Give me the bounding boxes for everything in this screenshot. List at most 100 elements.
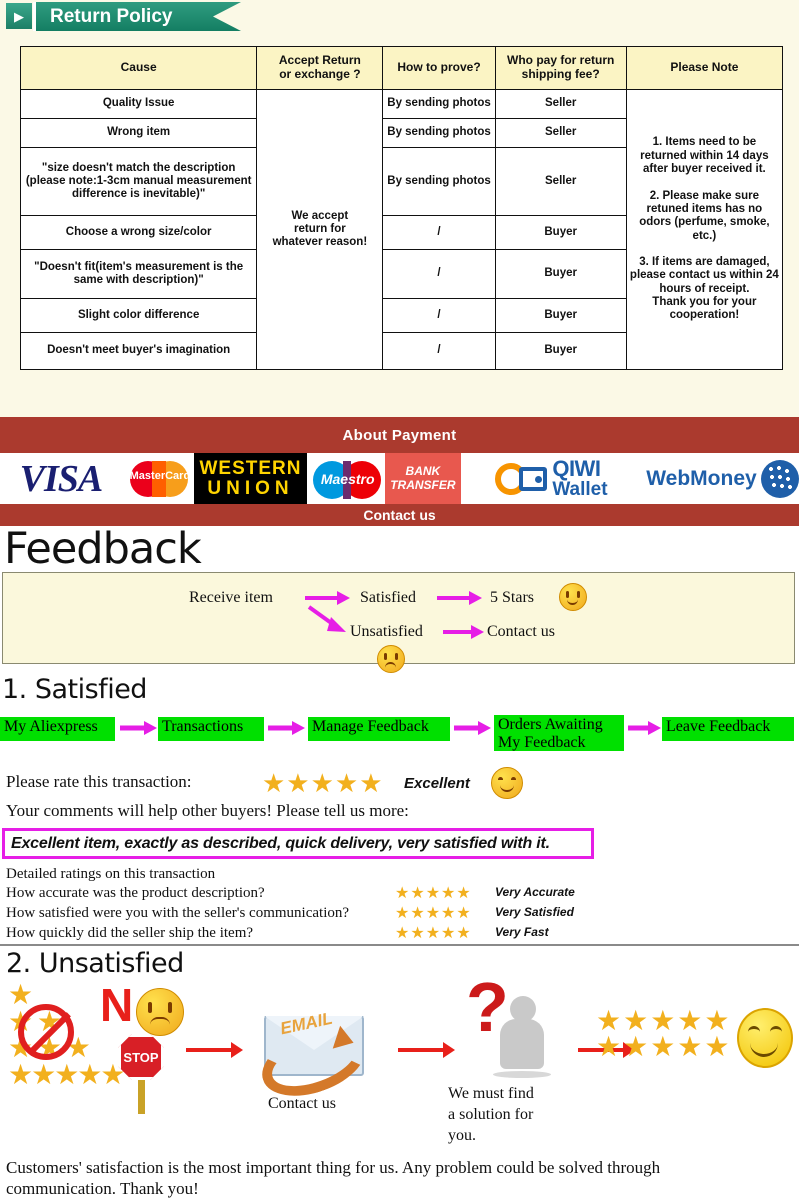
big-smile-icon xyxy=(737,1008,793,1068)
arrow-to-unsatisfied-icon xyxy=(307,605,346,632)
flow-unsatisfied: Unsatisfied xyxy=(350,623,423,640)
contact-us-caption: Contact us xyxy=(268,1095,336,1112)
step-leave-feedback[interactable]: Leave Feedback xyxy=(662,717,794,741)
western-union-logo: WESTERN UNION xyxy=(194,453,307,504)
step4-line2: My Feedback xyxy=(498,733,586,751)
detail-question-1: How accurate was the product description… xyxy=(6,885,265,901)
col-header-who: Who pay for return shipping fee? xyxy=(494,46,627,90)
unsatisfied-section: 2. Unsatisfied ★ ★ ★ ★ ★ ★ ★★★★★ N STOP EMA… xyxy=(0,944,799,1198)
arrow-to-email-icon xyxy=(186,1042,243,1058)
detail-stars-3[interactable]: ★★★★★ xyxy=(395,923,472,943)
sad-face-icon xyxy=(377,645,405,673)
comments-prompt: Your comments will help other buyers! Pl… xyxy=(6,801,409,820)
qiwi-line2: Wallet xyxy=(552,479,608,500)
letter-n-icon: N xyxy=(100,979,134,1031)
flow-five-stars: 5 Stars xyxy=(490,589,534,606)
footer-line2: communication. Thank you! xyxy=(6,1179,199,1199)
satisfied-heading: 1. Satisfied xyxy=(2,674,147,705)
stop-sign-label: STOP xyxy=(118,1034,164,1080)
cell-accept-merged: We accept return for whatever reason! xyxy=(256,89,384,370)
return-policy-table: Cause Accept Return or exchange ? How to… xyxy=(19,46,784,370)
cell-cause: Quality Issue xyxy=(19,89,258,119)
email-icon: EMAIL xyxy=(252,1002,376,1109)
cell-cause: Doesn't meet buyer's imagination xyxy=(19,332,258,370)
western-union-line1: WESTERN xyxy=(199,457,302,479)
person-shadow xyxy=(493,1071,551,1078)
col-header-accept-line1: Accept Return xyxy=(278,53,361,68)
arrow-to-five-stars-icon xyxy=(437,591,482,605)
good-rating-stars-bottom: ★★★★★ xyxy=(596,1031,732,1062)
detail-rating-1: Very Accurate xyxy=(495,885,575,899)
cell-who: Seller xyxy=(494,89,627,119)
comment-text: Excellent item, exactly as described, qu… xyxy=(11,834,550,852)
visa-logo: VISA xyxy=(0,453,122,504)
solution-caption: We must find a solution for you. xyxy=(448,1084,534,1146)
solution-line2: a solution for xyxy=(448,1105,534,1123)
cell-who: Seller xyxy=(494,147,627,216)
solution-line3: you. xyxy=(448,1126,476,1144)
qiwi-line1: QIWI xyxy=(552,456,601,481)
cell-prove: / xyxy=(382,332,496,370)
unsatisfied-footer: Customers' satisfaction is the most impo… xyxy=(6,1157,660,1200)
mastercard-logo-label: MasterCard xyxy=(129,470,191,482)
cell-cause: Wrong item xyxy=(19,118,258,148)
happy-face-icon xyxy=(559,583,587,611)
rate-transaction-label: Please rate this transaction: xyxy=(6,772,192,791)
flow-contact-us: Contact us xyxy=(487,623,555,640)
page-title: Return Policy xyxy=(36,2,241,31)
solution-line1: We must find xyxy=(448,1085,534,1102)
mastercard-logo: MasterCard xyxy=(121,453,195,504)
detailed-ratings-title: Detailed ratings on this transaction xyxy=(6,866,216,882)
big-happy-face-icon xyxy=(491,767,523,799)
return-policy-header: ▶ Return Policy xyxy=(0,0,799,35)
cell-who: Buyer xyxy=(494,215,627,250)
stop-sign-icon: STOP xyxy=(118,1034,164,1114)
rate-stars[interactable]: ★★★★★ xyxy=(262,768,384,799)
qiwi-wallet-shape xyxy=(519,466,548,491)
visa-logo-label: VISA xyxy=(19,457,104,500)
detail-stars-1[interactable]: ★★★★★ xyxy=(395,883,472,903)
step-my-aliexpress[interactable]: My Aliexpress xyxy=(0,717,115,741)
arrow-to-question-icon xyxy=(398,1042,455,1058)
detail-question-3: How quickly did the seller ship the item… xyxy=(6,925,254,941)
step-orders-awaiting-my-feedback[interactable]: Orders Awaiting My Feedback xyxy=(494,715,624,751)
cell-cause: Slight color difference xyxy=(19,298,258,333)
cell-cause: Choose a wrong size/color xyxy=(19,215,258,250)
cell-prove: / xyxy=(382,249,496,299)
cell-who: Buyer xyxy=(494,249,627,299)
step-transactions[interactable]: Transactions xyxy=(158,717,264,741)
arrow-step2-to-step3-icon xyxy=(268,721,305,735)
step-manage-feedback[interactable]: Manage Feedback xyxy=(308,717,450,741)
header-divider xyxy=(33,2,36,31)
contact-us-title: Contact us xyxy=(363,507,436,523)
cell-who: Seller xyxy=(494,118,627,148)
detail-rating-2: Very Satisfied xyxy=(495,905,574,919)
about-payment-title: About Payment xyxy=(342,426,457,444)
qiwi-wallet-logo: QIWI Wallet xyxy=(460,453,642,504)
webmoney-logo-label: WebMoney xyxy=(646,466,757,490)
cell-prove: By sending photos xyxy=(382,89,496,119)
arrow-right-icon: ▶ xyxy=(6,3,32,29)
footer-line1: Customers' satisfaction is the most impo… xyxy=(6,1158,661,1177)
col-header-who-line1: Who pay for return xyxy=(507,53,615,68)
unsatisfied-heading: 2. Unsatisfied xyxy=(6,948,184,979)
arrow-step4-to-step5-icon xyxy=(628,721,661,735)
detail-question-2: How satisfied were you with the seller's… xyxy=(6,905,350,921)
col-header-who-line2: shipping fee? xyxy=(521,67,600,81)
webmoney-globe-icon xyxy=(761,453,799,504)
detail-stars-2[interactable]: ★★★★★ xyxy=(395,903,472,923)
cell-cause: "Doesn't fit(item's measurement is the s… xyxy=(19,249,258,299)
cell-prove: By sending photos xyxy=(382,147,496,216)
person-body xyxy=(500,1019,544,1069)
col-header-accept-line2: or exchange ? xyxy=(279,67,361,81)
comment-text-box[interactable]: Excellent item, exactly as described, qu… xyxy=(2,828,594,859)
person-icon xyxy=(493,996,551,1078)
stop-sign-pole xyxy=(137,1080,145,1114)
qiwi-wallet-icon xyxy=(495,461,548,497)
bank-transfer-line1: BANK xyxy=(405,463,441,478)
prohibition-icon xyxy=(18,1004,74,1060)
step4-line1: Orders Awaiting xyxy=(498,716,603,733)
table-header-row: Cause Accept Return or exchange ? How to… xyxy=(19,46,784,90)
detail-rating-3: Very Fast xyxy=(495,925,549,939)
cell-prove: / xyxy=(382,215,496,250)
